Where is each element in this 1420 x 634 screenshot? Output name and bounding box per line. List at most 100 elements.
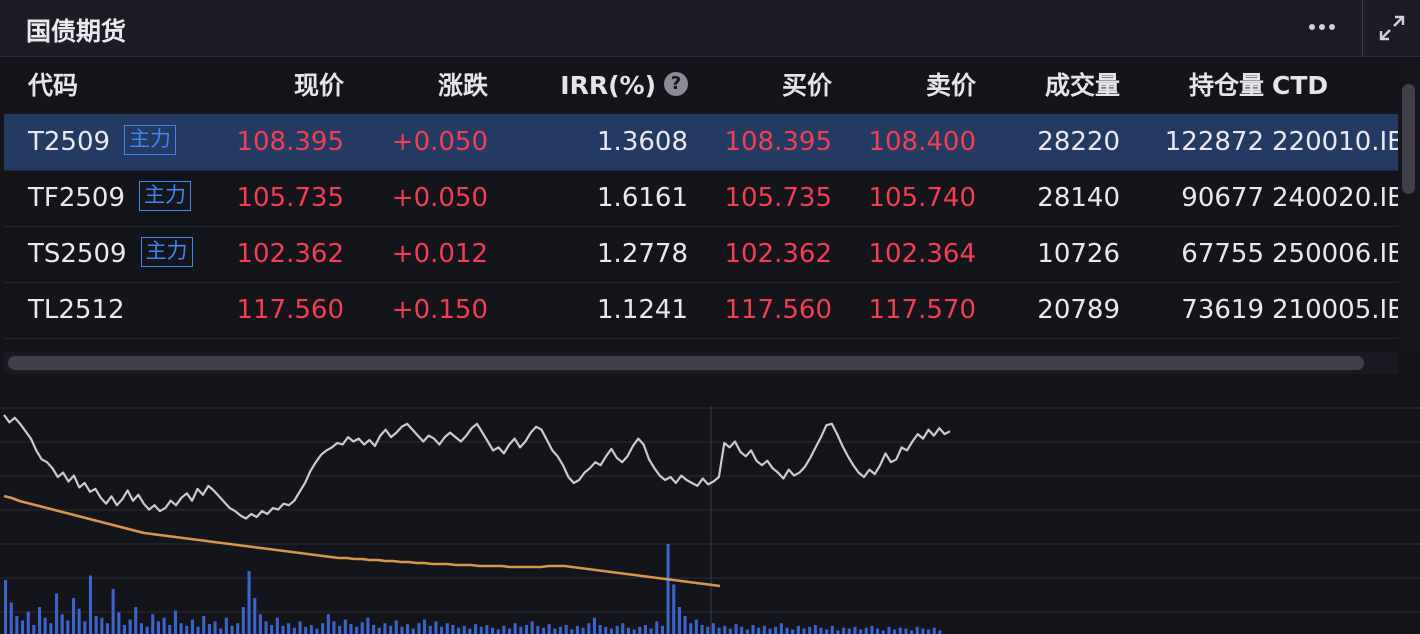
volume-bar [847, 628, 851, 634]
contract-code: T2509 [28, 127, 111, 157]
price-cell: 117.560 [236, 295, 344, 325]
intraday-chart[interactable] [0, 378, 1420, 634]
change-cell: +0.012 [391, 239, 488, 269]
volume-bar [485, 625, 489, 634]
volume-bar [938, 630, 942, 634]
volume-bar [689, 623, 693, 634]
volume-bar [332, 621, 336, 634]
volume-bar [587, 623, 591, 634]
volume-bar [445, 623, 449, 634]
col-header-bid[interactable]: 买价 [782, 58, 832, 114]
open-interest-cell: 90677 [1181, 183, 1264, 213]
volume-bar [275, 617, 279, 634]
volume-bar [536, 625, 540, 634]
volume-bar [117, 612, 121, 634]
volume-bar [185, 625, 189, 634]
help-icon[interactable]: ? [664, 72, 688, 96]
volume-bar [581, 627, 585, 634]
volume-bar [542, 627, 546, 634]
col-header-open-interest[interactable]: 持仓量 [1189, 58, 1264, 114]
volume-bar [377, 627, 381, 634]
volume-bar [915, 626, 919, 634]
volume-bar [156, 621, 160, 634]
volume-bar [417, 623, 421, 634]
col-header-ask[interactable]: 卖价 [926, 58, 976, 114]
volume-bar [632, 629, 636, 634]
volume-bar [592, 617, 596, 634]
ctd-cell: 220010.IB [1272, 127, 1398, 157]
irr-cell: 1.1241 [597, 295, 688, 325]
table-row[interactable]: T2509 主力 108.395 +0.050 1.3608 108.395 10… [4, 114, 1398, 171]
volume-bar [287, 623, 291, 634]
table-row[interactable]: TL2512 117.560 +0.150 1.1241 117.560 117… [4, 282, 1398, 339]
volume-bar [796, 625, 800, 634]
volume-bar [694, 619, 698, 634]
volume-bar [100, 617, 104, 634]
volume-bar [864, 627, 868, 634]
volume-bar [853, 626, 857, 634]
bid-cell: 108.395 [724, 127, 832, 157]
col-header-code[interactable]: 代码 [28, 58, 78, 114]
volume-bar [264, 621, 268, 634]
volume-bar [932, 627, 936, 634]
volume-bar [66, 620, 70, 634]
more-button[interactable] [1294, 2, 1350, 52]
col-header-volume[interactable]: 成交量 [1045, 58, 1120, 114]
volume-bar [366, 617, 370, 634]
volume-bar [213, 621, 217, 634]
table-row[interactable]: TF2509 主力 105.735 +0.050 1.6161 105.735 1… [4, 170, 1398, 227]
price-cell: 102.362 [236, 239, 344, 269]
contract-code: TL2512 [28, 295, 125, 325]
open-interest-cell: 67755 [1181, 239, 1264, 269]
volume-bar [173, 610, 177, 634]
change-cell: +0.050 [391, 183, 488, 213]
volume-bar [887, 626, 891, 634]
volume-bar [802, 628, 806, 634]
col-header-irr-label: IRR(%) [560, 71, 656, 100]
irr-cell: 1.6161 [597, 183, 688, 213]
irr-cell: 1.2778 [597, 239, 688, 269]
panel-header: 国债期货 [0, 0, 1420, 57]
volume-bar [26, 611, 30, 634]
volume-bar [55, 593, 59, 634]
volume-bar [162, 617, 166, 634]
col-header-change[interactable]: 涨跌 [438, 58, 488, 114]
volume-bar [496, 629, 500, 634]
volume-bar [4, 580, 8, 634]
horizontal-scrollbar-thumb[interactable] [8, 356, 1364, 370]
col-header-ctd[interactable]: CTD [1272, 58, 1328, 114]
volume-bar [139, 623, 143, 634]
main-contract-badge: 主力 [124, 124, 177, 155]
volume-bar [304, 626, 308, 634]
volume-bar [570, 629, 574, 634]
volume-bar [870, 625, 874, 634]
volume-bar [202, 616, 206, 634]
volume-bar [394, 620, 398, 634]
volume-bar [230, 625, 234, 634]
volume-bar [774, 626, 778, 634]
volume-bar [134, 607, 138, 634]
volume-bar [349, 624, 353, 634]
bid-cell: 117.560 [724, 295, 832, 325]
volume-bar [740, 626, 744, 634]
col-header-irr[interactable]: IRR(%)? [560, 58, 688, 114]
table-row[interactable]: TS2509 主力 102.362 +0.012 1.2778 102.362 1… [4, 226, 1398, 283]
volume-bar [372, 625, 376, 634]
irr-cell: 1.3608 [597, 127, 688, 157]
volume-bar [281, 625, 285, 634]
header-divider [1362, 0, 1363, 56]
vertical-scrollbar-thumb[interactable] [1402, 84, 1415, 194]
volume-bar [474, 624, 478, 634]
volume-bar [621, 623, 625, 634]
volume-bar [525, 625, 529, 634]
volume-bar [734, 624, 738, 634]
volume-bar [389, 625, 393, 634]
volume-bar [830, 625, 834, 634]
volume-bar [105, 623, 109, 634]
expand-icon [1379, 15, 1405, 41]
volume-bar [247, 571, 251, 634]
expand-button[interactable] [1364, 2, 1420, 54]
volume-bar [94, 616, 98, 634]
volume-bar [519, 626, 523, 634]
col-header-price[interactable]: 现价 [294, 58, 344, 114]
